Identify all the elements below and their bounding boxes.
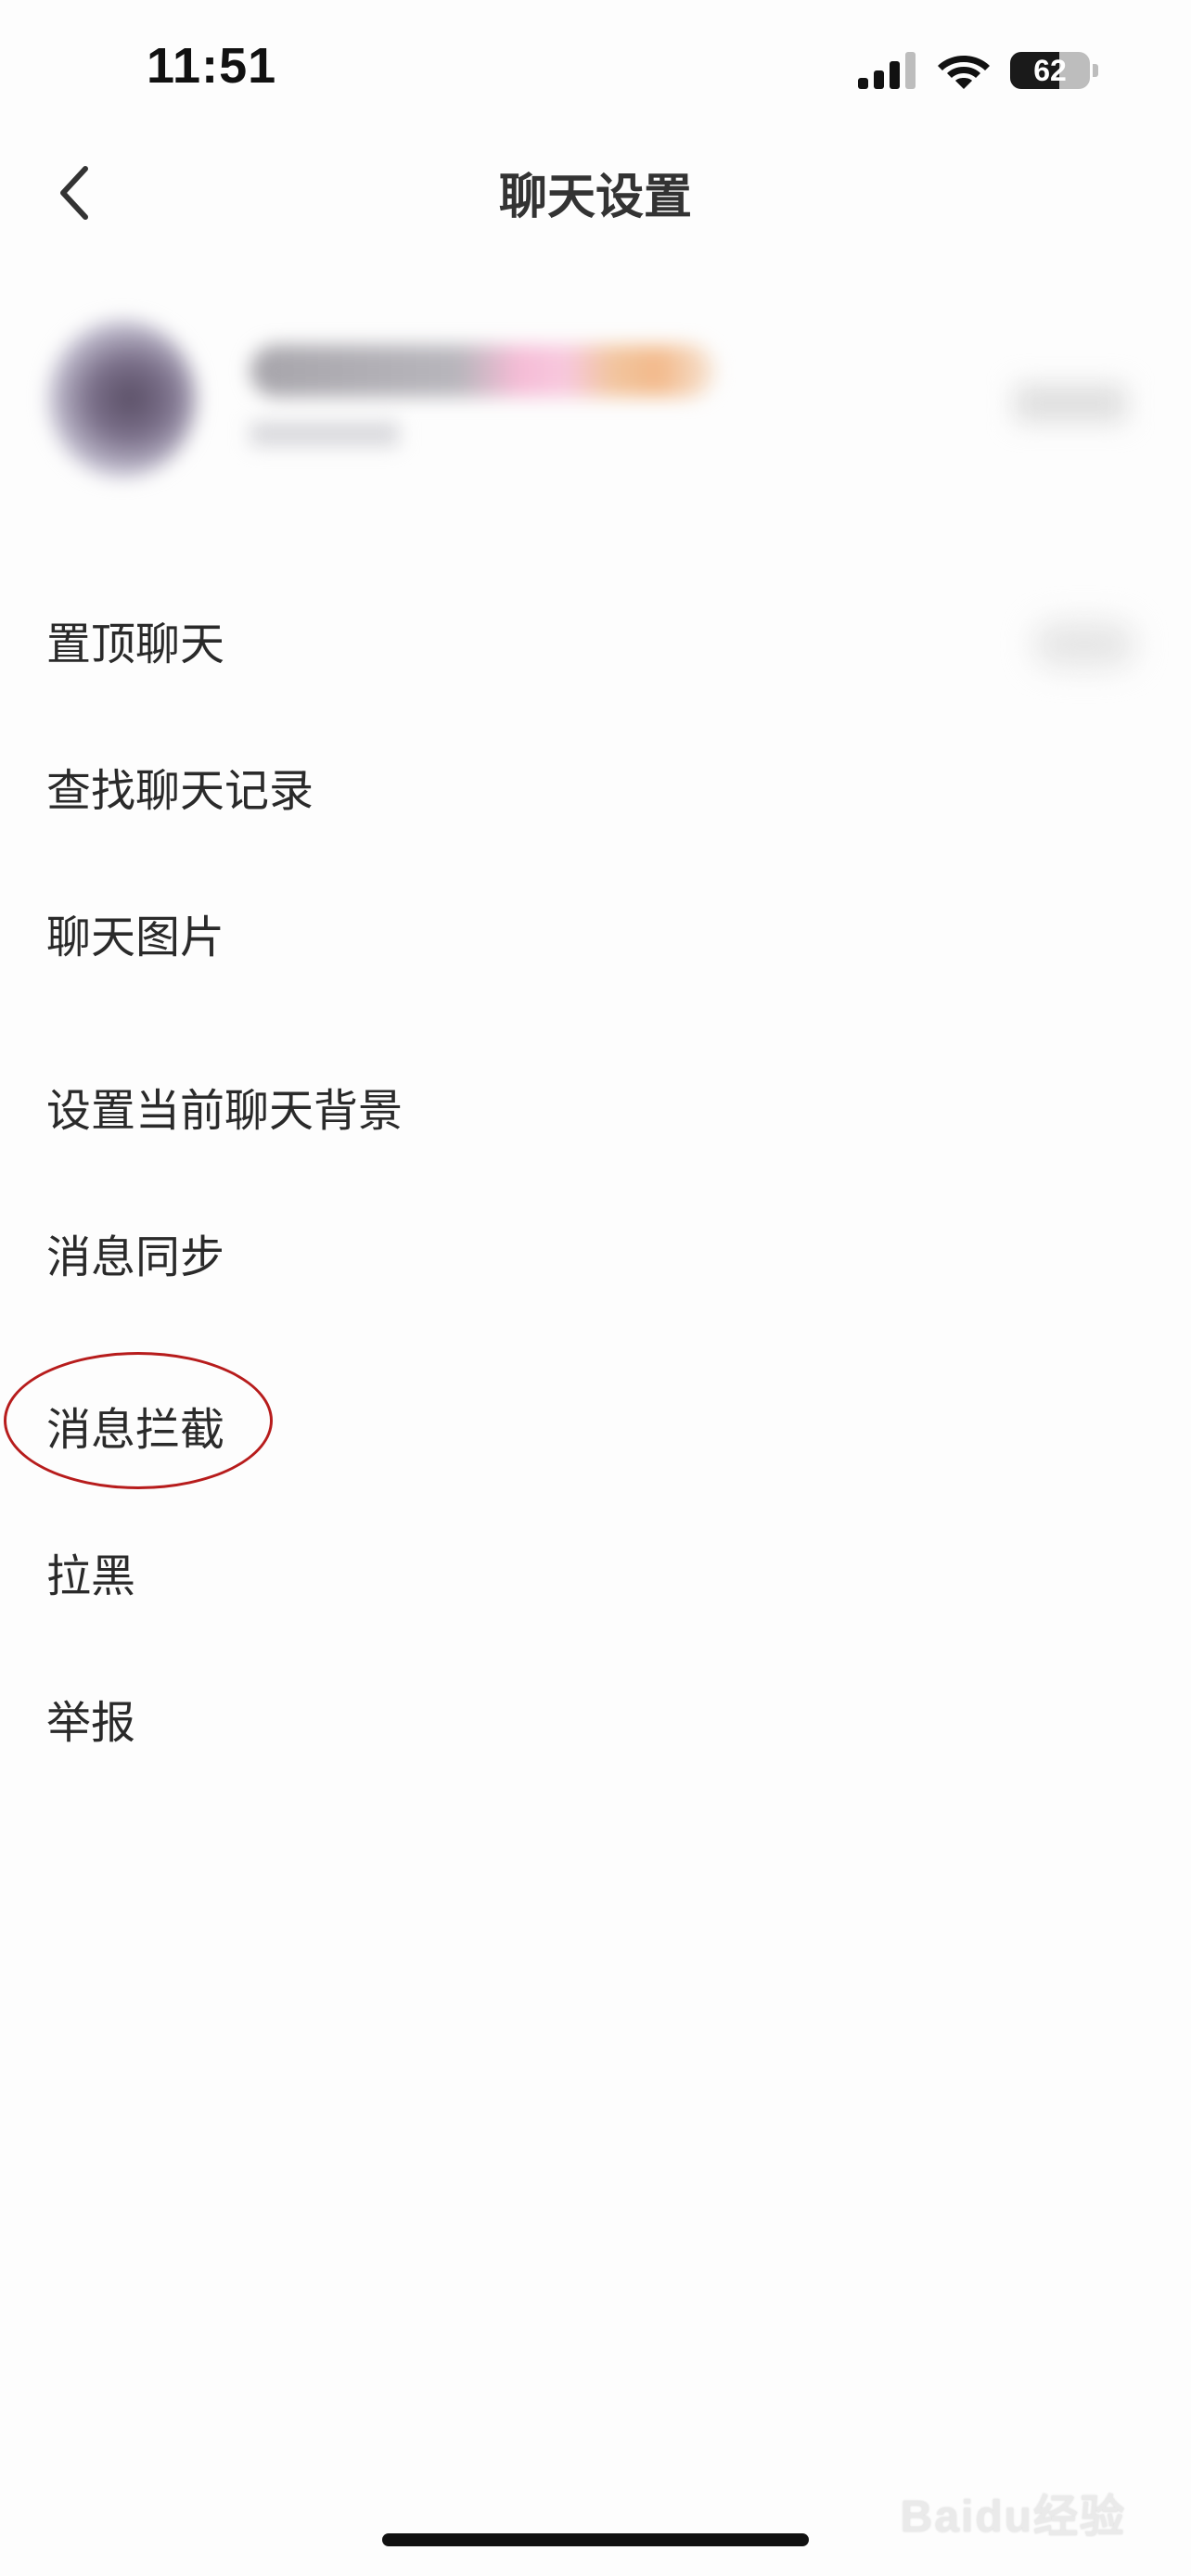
watermark: Baidu经验 xyxy=(900,2493,1126,2542)
battery-icon: 62 xyxy=(1010,52,1090,89)
menu-item-label: 消息同步 xyxy=(46,1231,225,1283)
highlight-annotation xyxy=(4,1352,273,1489)
profile-name-blurred xyxy=(250,345,714,397)
profile-row[interactable] xyxy=(0,297,1191,501)
menu-item-label: 查找聊天记录 xyxy=(46,765,314,817)
menu-item-pin-chat[interactable]: 置顶聊天 xyxy=(0,580,1191,709)
menu-item-message-sync[interactable]: 消息同步 xyxy=(0,1192,1191,1322)
menu-item-search-history[interactable]: 查找聊天记录 xyxy=(0,726,1191,856)
menu-item-label: 拉黑 xyxy=(46,1550,136,1602)
status-time: 11:51 xyxy=(147,38,277,94)
home-indicator[interactable] xyxy=(382,2533,809,2546)
battery-cap xyxy=(1093,64,1098,77)
menu-item-report[interactable]: 举报 xyxy=(0,1658,1191,1788)
menu-item-chat-images[interactable]: 聊天图片 xyxy=(0,873,1191,1002)
menu-item-label: 置顶聊天 xyxy=(46,618,225,670)
avatar xyxy=(48,320,197,478)
status-icons: 62 xyxy=(858,48,1098,93)
toggle-switch-blurred[interactable] xyxy=(1033,621,1135,668)
profile-subtitle-blurred xyxy=(250,422,399,446)
menu-item-label: 聊天图片 xyxy=(46,912,225,963)
menu-item-blacklist[interactable]: 拉黑 xyxy=(0,1511,1191,1641)
status-bar: 11:51 62 xyxy=(0,0,1191,139)
wifi-icon xyxy=(938,56,990,89)
nav-bar: 聊天设置 xyxy=(0,139,1191,250)
menu-item-chat-background[interactable]: 设置当前聊天背景 xyxy=(0,1046,1191,1176)
signal-icon xyxy=(858,52,916,89)
profile-action-blurred xyxy=(1015,385,1126,422)
menu-item-label: 设置当前聊天背景 xyxy=(46,1085,403,1137)
menu-item-label: 举报 xyxy=(46,1697,136,1749)
battery-level: 62 xyxy=(1033,53,1067,87)
page-title: 聊天设置 xyxy=(498,170,692,225)
